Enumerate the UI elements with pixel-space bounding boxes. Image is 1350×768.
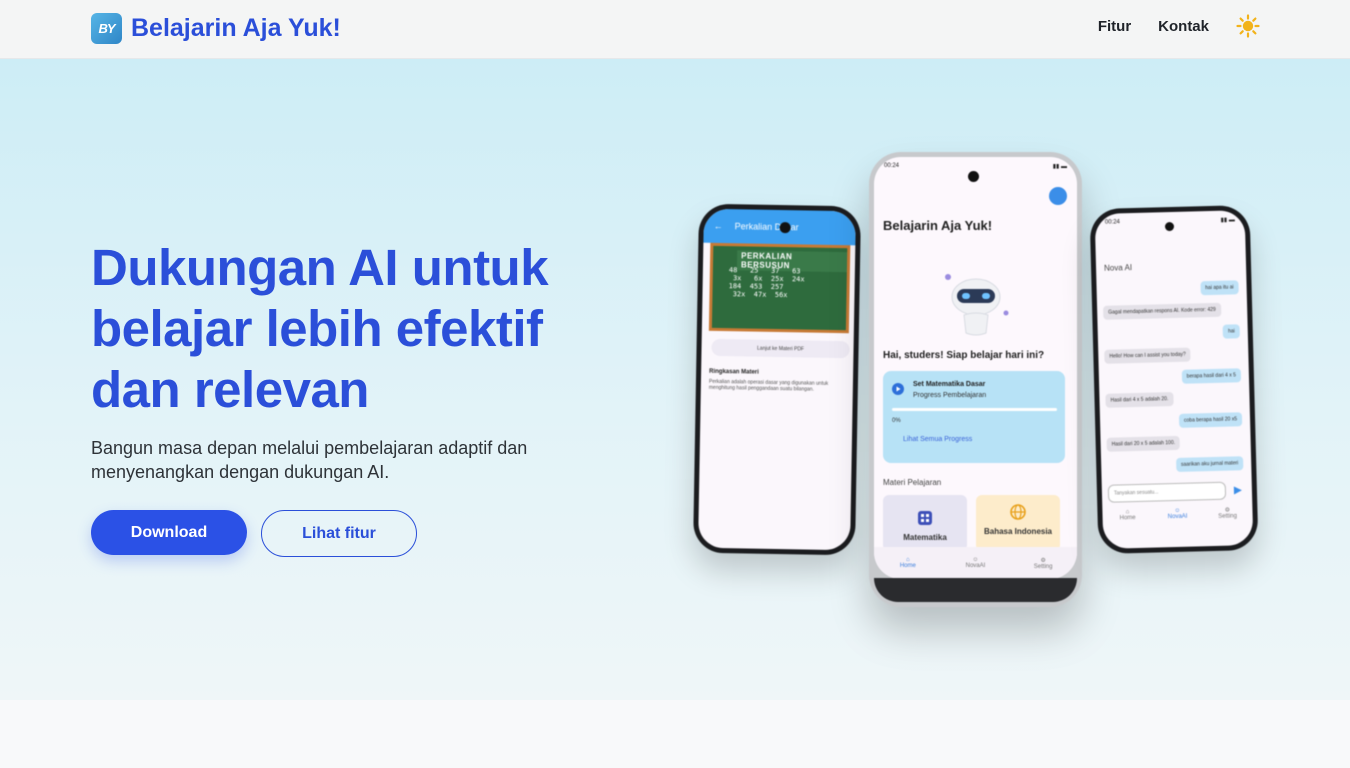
chat-message-user: saarikan aku jurnal materi — [1175, 456, 1244, 472]
hero-headline: Dukungan AI untuk belajar lebih efektif … — [91, 239, 549, 418]
robot-icon — [945, 274, 1009, 336]
see-features-button[interactable]: Lihat fitur — [261, 510, 417, 557]
top-navbar: BY Belajarin Aja Yuk! Fitur Kontak — [0, 0, 1350, 59]
chat-message-ai: Hasil dari 4 x 5 adalah 20. — [1105, 392, 1174, 408]
nav-home: ⌂ Home — [1119, 509, 1136, 522]
play-icon — [892, 383, 904, 395]
nav-link-fitur[interactable]: Fitur — [1098, 18, 1131, 35]
summary-text: Perkalian adalah operasi dasar yang digu… — [708, 378, 829, 393]
subject-tile-math: Matematika — [883, 495, 967, 551]
progress-bar — [892, 408, 1057, 411]
progress-card: Set Matematika Dasar Progress Pembelajar… — [883, 371, 1065, 463]
nav-novaai: ☺ NovaAI — [1167, 507, 1188, 521]
card-subtitle: Progress Pembelajaran — [913, 392, 987, 399]
camera-notch — [1164, 221, 1175, 232]
chat-message-ai: Gagal mendapatkan respons AI. Kode error… — [1103, 302, 1221, 320]
nav-novaai: ☺ NovaAI — [965, 557, 986, 569]
subject-tile-language: Bahasa Indonesia — [976, 495, 1060, 551]
nav-setting: ⚙ Setting — [1033, 557, 1053, 570]
board-numbers: 48 25 37 63 3x 6x 25x 24x 184 453 257 32… — [728, 266, 805, 300]
app-title: Belajarin Aja Yuk! — [883, 218, 993, 233]
chat-message-user: coba berapa hasil 20 x5 — [1178, 412, 1243, 428]
camera-notch — [968, 171, 979, 182]
card-title: Set Matematika Dasar — [913, 381, 986, 388]
avatar — [1049, 187, 1067, 205]
system-nav-bar — [874, 578, 1077, 602]
phone-mockup-lesson: ← Perkalian Dasar PERKALIAN BERSUSUN 48 … — [692, 203, 862, 556]
chat-message-user: berapa hasil dari 4 x 5 — [1181, 368, 1242, 384]
phone-mockup-chat: 00:24 ▮▮ ▬ Nova AI hai apa itu ai Gagal … — [1089, 204, 1259, 555]
send-icon — [1233, 486, 1243, 495]
tile-label: Matematika — [903, 533, 947, 542]
chat-message-ai: Hello! How can I assist you today? — [1104, 347, 1191, 364]
download-button[interactable]: Download — [91, 510, 247, 555]
brand-name: Belajarin Aja Yuk! — [131, 14, 341, 42]
status-time: 00:24 — [884, 163, 900, 169]
bottom-nav: ⌂ Home ☺ NovaAI ⚙ Setting — [1102, 506, 1252, 530]
sun-icon[interactable] — [1236, 14, 1260, 38]
progress-percent: 0% — [892, 418, 901, 424]
chat-message-ai: Hasil dari 20 x 5 adalah 100. — [1106, 435, 1181, 452]
chat-message-user: hai apa itu ai — [1200, 280, 1239, 296]
nav-home: ⌂ Home — [899, 557, 916, 569]
brand-logo: BY — [91, 13, 122, 44]
status-bar: 00:24 ▮▮ ▬ — [884, 163, 1067, 170]
status-time: 00:24 — [1104, 219, 1120, 226]
chalkboard-image: PERKALIAN BERSUSUN 48 25 37 63 3x 6x 25x… — [708, 242, 851, 334]
nav-link-kontak[interactable]: Kontak — [1158, 18, 1209, 35]
hero-section: Dukungan AI untuk belajar lebih efektif … — [0, 59, 1350, 700]
page-bottom — [0, 700, 1350, 768]
section-title: Materi Pelajaran — [883, 478, 942, 487]
back-arrow-icon: ← — [713, 220, 723, 232]
progress-link: Lihat Semua Progress — [903, 436, 973, 443]
pdf-button: Lanjut ke Materi PDF — [711, 338, 850, 359]
greeting: Hai, studers! Siap belajar hari ini? — [883, 350, 1045, 361]
grid-icon — [918, 511, 932, 525]
phone-mockup-home: 00:24 ▮▮ ▬ Belajarin Aja Yuk! Hai, stude… — [869, 152, 1082, 607]
main-nav: Fitur Kontak — [1098, 14, 1260, 38]
nav-setting: ⚙ Setting — [1218, 507, 1238, 520]
globe-icon — [1010, 504, 1026, 520]
brand[interactable]: BY Belajarin Aja Yuk! — [91, 13, 341, 44]
bottom-nav: ⌂ Home ☺ NovaAI ⚙ Setting — [874, 547, 1077, 579]
hero-subtext: Bangun masa depan melalui pembelajaran a… — [91, 438, 528, 482]
tile-label: Bahasa Indonesia — [983, 527, 1053, 536]
status-icons: ▮▮ ▬ — [1220, 217, 1235, 224]
chat-message-user: hai — [1222, 324, 1240, 339]
status-icons: ▮▮ ▬ — [1052, 164, 1067, 170]
chat-input: Tanyakan sesuatu... — [1107, 481, 1227, 503]
summary-title: Ringkasan Materi — [709, 368, 759, 376]
chat-title: Nova AI — [1103, 263, 1133, 273]
